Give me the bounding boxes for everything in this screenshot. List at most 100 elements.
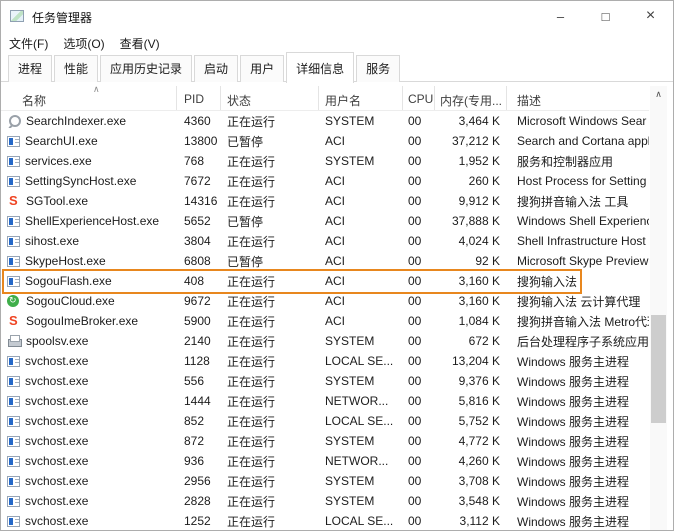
- scrollbar-thumb[interactable]: [651, 315, 666, 423]
- process-icon: [7, 176, 20, 187]
- menu-item[interactable]: 选项(O): [63, 31, 112, 53]
- process-user: ACI: [325, 254, 346, 268]
- process-row[interactable]: svchost.exe 852 正在运行 LOCAL SE... 00 5,75…: [1, 411, 649, 431]
- column-header-user[interactable]: 用户名: [319, 86, 403, 110]
- process-pid: 5900: [184, 314, 211, 328]
- process-description: Windows 服务主进程: [517, 434, 630, 449]
- minimize-button[interactable]: –: [538, 1, 583, 31]
- tab[interactable]: 详细信息: [286, 52, 355, 83]
- tab[interactable]: 启动: [194, 55, 239, 82]
- process-icon: [7, 194, 21, 208]
- process-status: 已暂停: [227, 254, 264, 269]
- process-name: svchost.exe: [25, 354, 89, 368]
- process-user: LOCAL SE...: [325, 354, 394, 368]
- process-user: ACI: [325, 214, 346, 228]
- column-header-description[interactable]: 描述: [507, 86, 649, 110]
- process-name: svchost.exe: [25, 434, 89, 448]
- maximize-button[interactable]: □: [583, 1, 628, 31]
- process-status: 正在运行: [227, 454, 276, 469]
- column-header-memory[interactable]: 内存(专用...: [435, 86, 507, 110]
- process-row[interactable]: sihost.exe 3804 正在运行 ACI 00 4,024 K Shel…: [1, 231, 649, 251]
- process-status: 正在运行: [227, 194, 276, 209]
- process-pid: 1128: [184, 354, 210, 368]
- process-memory: 92 K: [475, 254, 500, 268]
- menu-item[interactable]: 文件(F): [9, 31, 56, 53]
- process-row[interactable]: svchost.exe 1128 正在运行 LOCAL SE... 00 13,…: [1, 351, 649, 371]
- process-name-cell: SogouImeBroker.exe: [1, 314, 177, 328]
- process-memory: 1,952 K: [458, 154, 500, 168]
- process-icon: [7, 216, 20, 227]
- tab[interactable]: 用户: [240, 55, 285, 82]
- process-name: svchost.exe: [25, 414, 89, 428]
- process-cpu: 00: [408, 234, 422, 248]
- process-icon: [7, 476, 20, 487]
- process-row[interactable]: svchost.exe 872 正在运行 SYSTEM 00 4,772 K W…: [1, 431, 649, 451]
- process-description: 搜狗拼音输入法 工具: [517, 194, 629, 209]
- process-user: SYSTEM: [325, 334, 375, 348]
- process-pid: 9672: [184, 294, 211, 308]
- process-icon: [7, 236, 20, 247]
- process-description: Microsoft Skype Preview: [517, 254, 649, 268]
- process-name: SettingSyncHost.exe: [25, 174, 137, 188]
- process-row[interactable]: svchost.exe 2956 正在运行 SYSTEM 00 3,708 K …: [1, 471, 649, 491]
- process-name: svchost.exe: [25, 474, 89, 488]
- process-user: SYSTEM: [325, 114, 375, 128]
- process-row[interactable]: services.exe 768 正在运行 SYSTEM 00 1,952 K …: [1, 151, 649, 171]
- process-user: SYSTEM: [325, 474, 375, 488]
- close-button[interactable]: ×: [628, 1, 673, 31]
- menu-item[interactable]: 查看(V): [120, 31, 168, 53]
- column-header-pid[interactable]: PID: [177, 86, 221, 110]
- process-description: Microsoft Windows Sear: [517, 114, 647, 128]
- process-row[interactable]: SogouImeBroker.exe 5900 正在运行 ACI 00 1,08…: [1, 311, 649, 331]
- process-row[interactable]: SogouFlash.exe 408 正在运行 ACI 00 3,160 K 搜…: [1, 269, 649, 294]
- process-description: 后台处理程序子系统应用: [517, 334, 649, 349]
- process-row[interactable]: svchost.exe 1252 正在运行 LOCAL SE... 00 3,1…: [1, 511, 649, 530]
- process-description: Search and Cortana appl: [517, 134, 649, 148]
- process-memory: 3,112 K: [459, 514, 500, 528]
- column-header-status[interactable]: 状态: [221, 86, 319, 110]
- process-icon: [7, 156, 20, 167]
- process-icon: [7, 334, 22, 348]
- process-description: Windows 服务主进程: [517, 494, 630, 509]
- tab[interactable]: 性能: [54, 55, 99, 82]
- process-pid: 2140: [184, 334, 211, 348]
- process-name: ShellExperienceHost.exe: [25, 214, 160, 228]
- process-user: SYSTEM: [325, 494, 375, 508]
- process-cpu: 00: [408, 154, 422, 168]
- process-row[interactable]: svchost.exe 1444 正在运行 NETWOR... 00 5,816…: [1, 391, 649, 411]
- process-row[interactable]: SkypeHost.exe 6808 已暂停 ACI 00 92 K Micro…: [1, 251, 649, 271]
- process-name: SogouFlash.exe: [25, 274, 112, 288]
- process-name: SogouImeBroker.exe: [26, 314, 139, 328]
- process-row[interactable]: svchost.exe 2828 正在运行 SYSTEM 00 3,548 K …: [1, 491, 649, 511]
- process-pid: 408: [184, 274, 205, 288]
- process-row[interactable]: SettingSyncHost.exe 7672 正在运行 ACI 00 260…: [1, 171, 649, 191]
- process-pid: 13800: [184, 134, 218, 148]
- process-name-cell: svchost.exe: [1, 354, 177, 368]
- process-name: SogouCloud.exe: [26, 294, 115, 308]
- process-description: Windows 服务主进程: [517, 354, 630, 369]
- scrollbar[interactable]: ∧: [650, 86, 667, 530]
- process-icon: [7, 314, 21, 328]
- process-name: sihost.exe: [25, 234, 80, 248]
- process-row[interactable]: SearchUI.exe 13800 已暂停 ACI 00 37,212 K S…: [1, 131, 649, 151]
- process-name-cell: svchost.exe: [1, 454, 177, 468]
- process-memory: 9,912 K: [458, 194, 500, 208]
- tab[interactable]: 应用历史记录: [100, 55, 193, 82]
- process-name-cell: svchost.exe: [1, 374, 177, 388]
- process-row[interactable]: SogouCloud.exe 9672 正在运行 ACI 00 3,160 K …: [1, 291, 649, 311]
- process-user: ACI: [325, 314, 346, 328]
- process-pid: 872: [184, 434, 205, 448]
- process-row[interactable]: ShellExperienceHost.exe 5652 已暂停 ACI 00 …: [1, 211, 649, 231]
- process-row[interactable]: SGTool.exe 14316 正在运行 ACI 00 9,912 K 搜狗拼…: [1, 191, 649, 211]
- tab[interactable]: 进程: [8, 55, 53, 82]
- scroll-up-icon[interactable]: ∧: [650, 86, 667, 103]
- column-header-name[interactable]: ∧ 名称: [1, 86, 177, 110]
- process-status: 已暂停: [227, 134, 264, 149]
- process-row[interactable]: spoolsv.exe 2140 正在运行 SYSTEM 00 672 K 后台…: [1, 331, 649, 351]
- process-row[interactable]: svchost.exe 936 正在运行 NETWOR... 00 4,260 …: [1, 451, 649, 471]
- process-cpu: 00: [408, 274, 422, 288]
- process-row[interactable]: SearchIndexer.exe 4360 正在运行 SYSTEM 00 3,…: [1, 111, 649, 131]
- column-header-cpu[interactable]: CPU: [403, 86, 435, 110]
- process-row[interactable]: svchost.exe 556 正在运行 SYSTEM 00 9,376 K W…: [1, 371, 649, 391]
- tab[interactable]: 服务: [356, 55, 401, 82]
